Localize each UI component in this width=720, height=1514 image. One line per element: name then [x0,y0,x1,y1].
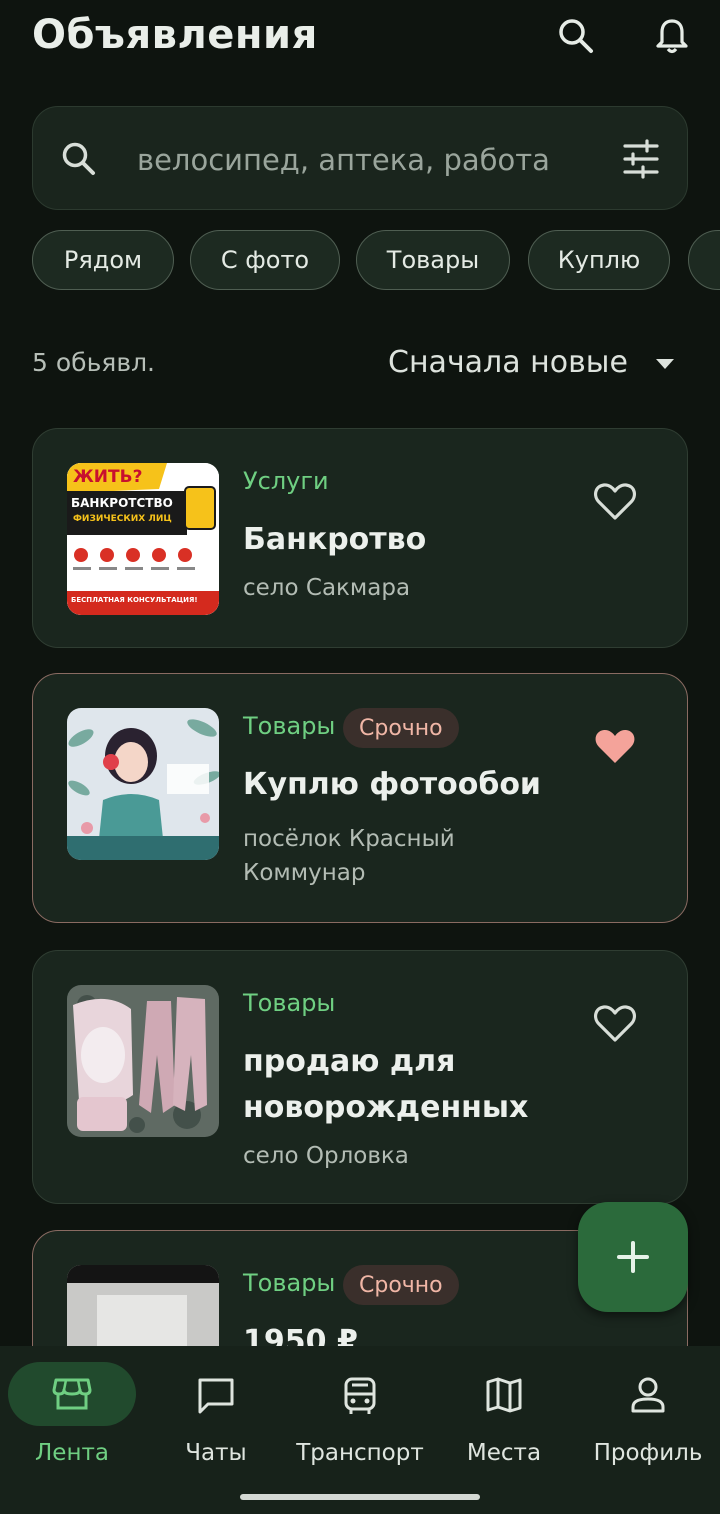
favorite-outline-icon[interactable] [593,1003,637,1043]
nav-label: Лента [35,1440,109,1466]
map-icon [486,1377,522,1413]
chip-goods[interactable]: Товары [356,230,510,290]
dropdown-arrow-icon[interactable] [654,357,676,371]
nav-item-places[interactable]: Места [432,1362,576,1472]
gesture-home-bar[interactable] [240,1494,480,1500]
image-text-main: БАНКРОТСТВО [71,496,173,510]
add-listing-button[interactable] [578,1202,688,1312]
nav-label: Чаты [185,1440,247,1466]
chip-nearby[interactable]: Рядом [32,230,174,290]
chat-icon [198,1378,234,1414]
plus-icon [617,1241,649,1273]
notifications-button[interactable] [646,10,698,62]
nav-label: Места [466,1440,542,1466]
search-button[interactable] [550,10,602,62]
listing-title: Куплю фотообои [243,767,541,802]
filter-sliders-icon[interactable] [619,137,663,181]
nav-item-transport[interactable]: Транспорт [288,1362,432,1472]
bell-icon [656,19,688,54]
listing-title: продаю для новорожденных [243,1044,529,1125]
person-icon [631,1377,665,1413]
nav-label: Транспорт [296,1440,424,1466]
listing-card[interactable]: Товары продаю для новорожденных село Орл… [32,950,688,1204]
favorite-outline-icon[interactable] [593,481,637,521]
chip-more[interactable] [688,230,720,290]
search-bar[interactable]: велосипед, аптека, работа [32,106,688,210]
nav-label: Профиль [593,1440,703,1466]
listing-category: Услуги [243,467,329,495]
bus-icon [344,1377,376,1414]
image-text-top: ЖИТЬ? [73,467,143,487]
filter-chips: Рядом С фото Товары Куплю [0,230,720,290]
nav-item-chats[interactable]: Чаты [144,1362,288,1472]
page-title: Объявления [32,12,318,58]
nav-item-feed[interactable]: Лента [0,1362,144,1472]
nav-item-profile[interactable]: Профиль [576,1362,720,1472]
listing-location: село Сакмара [243,575,411,601]
favorite-filled-icon[interactable] [593,726,637,766]
search-icon [62,142,95,175]
urgent-badge: Срочно [343,1265,459,1305]
listing-title: Банкротво [243,522,427,557]
listing-category: Товары [243,989,336,1017]
listing-category: Товары [243,712,336,740]
image-text-bottom: БЕСПЛАТНАЯ КОНСУЛЬТАЦИЯ! [71,596,198,604]
listing-photo [67,708,219,860]
sort-selector[interactable]: Сначала новые [388,345,628,380]
storefront-icon [52,1378,92,1410]
listing-category: Товары [243,1269,336,1297]
listing-card[interactable]: Товары Срочно Куплю фотообои посёлок Кра… [32,673,688,923]
image-text-sub: ФИЗИЧЕСКИХ ЛИЦ [73,514,172,524]
app-header: Объявления [0,0,720,80]
listing-photo: ЖИТЬ? БАНКРОТСТВО ФИЗИЧЕСКИХ ЛИЦ БЕСПЛАТ… [67,463,219,615]
chip-with-photo[interactable]: С фото [190,230,340,290]
listing-photo [67,985,219,1137]
search-input[interactable]: велосипед, аптека, работа [137,143,550,177]
chip-buy[interactable]: Куплю [528,230,670,290]
bottom-navigation: Лента Чаты Транспорт Места Профиль [0,1346,720,1514]
listing-location: посёлок Красный Коммунар [243,826,455,886]
search-icon [559,19,593,53]
listing-location: село Орловка [243,1143,409,1169]
listing-count: 5 обьявл. [32,348,155,377]
listing-card[interactable]: ЖИТЬ? БАНКРОТСТВО ФИЗИЧЕСКИХ ЛИЦ БЕСПЛАТ… [32,428,688,648]
urgent-badge: Срочно [343,708,459,748]
